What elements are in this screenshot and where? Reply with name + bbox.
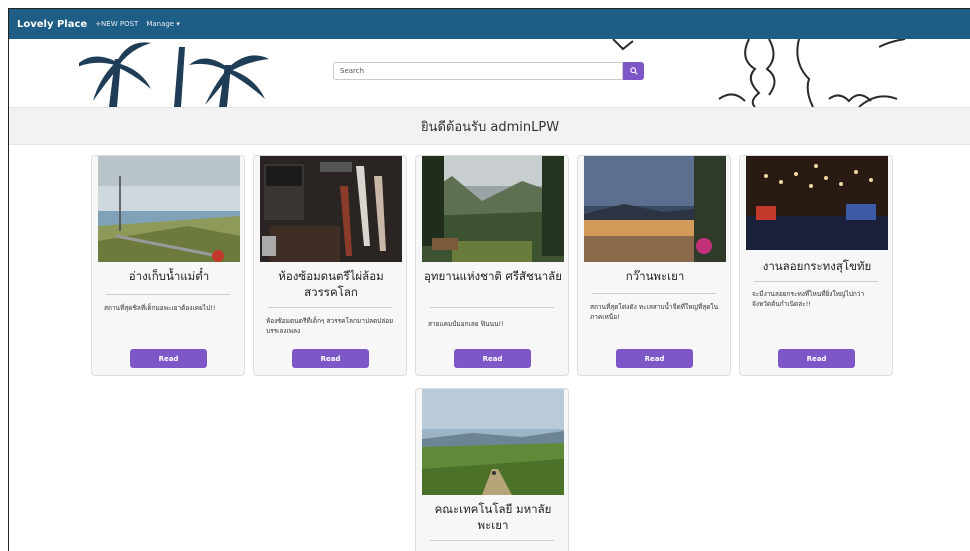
card-title: งานลอยกระทงสุโขทัย [762,259,872,273]
card-title: อุทยานแห่งชาติ ศรีสัชนาลัย [424,269,562,283]
card-description: สถานที่สุดโด่งดัง ทะเลสาบน้ำจืดที่ใหญ่ที… [590,303,719,321]
search-bar [333,62,644,80]
place-card: กว๊านพะเยา สถานที่สุดโด่งดัง ทะเลสาบน้ำจ… [577,155,731,376]
navbar: Lovely Place +NEW POST Manage ▾ [9,9,970,39]
read-button[interactable]: Read [292,349,369,368]
place-card: คณะเทคโนโลยี มหาลัย พะเยา [415,388,569,551]
card-divider [754,281,878,282]
card-title: ห้องซ้อมดนตรีไผ่ล้อม สวรรคโลก [278,269,384,299]
place-card: งานลอยกระทงสุโขทัย จะมีงานลอยกระทงที่ไหน… [739,155,893,376]
browser-page: Lovely Place +NEW POST Manage ▾ Search ย… [8,8,970,551]
palm-tree-right-illustration [718,39,906,107]
place-card: ห้องซ้อมดนตรีไผ่ล้อม สวรรคโลก ห้องซ้อมดน… [253,155,407,376]
hero-banner [9,39,970,107]
card-title: กว๊านพะเยา [625,269,685,283]
card-title: คณะเทคโนโลยี มหาลัย พะเยา [434,502,552,532]
card-divider [106,294,230,295]
read-button[interactable]: Read [130,349,207,368]
search-button[interactable] [623,62,644,80]
place-card: อ่างเก็บน้ำแม่ต๋ำ สถานที่สุดชิลที่เด็กมอ… [91,155,245,376]
search-icon [629,67,638,75]
welcome-heading: ยินดีต้อนรับ adminLPW [9,107,970,145]
card-description: ห้องซ้อมดนตรีที่เด็กๆ สวรรคโลกมาปลดปล่อย… [266,317,394,335]
card-description: จะมีงานลอยกระทงที่ไหนที่ยิ่งใหญ่ไปกว่าจั… [752,290,865,308]
card-image-music-room [260,156,402,262]
card-image-university-view [422,389,564,495]
card-divider [268,307,392,308]
card-description: สายแคมป์มอกเลย ฟินนน!! [428,320,504,328]
manage-dropdown[interactable]: Manage ▾ [146,20,180,28]
palm-tree-left-illustration [79,42,269,107]
read-button[interactable]: Read [616,349,693,368]
new-post-link[interactable]: +NEW POST [95,20,138,28]
card-divider [430,307,554,308]
card-image-festival [746,156,888,250]
card-image-lake [584,156,726,262]
card-description: สถานที่สุดชิลที่เด็กมอพะเยาต้องเคยไป!! [104,304,216,312]
card-image-reservoir [98,156,240,262]
read-button[interactable]: Read [454,349,531,368]
card-divider [592,293,716,294]
card-divider [430,540,554,541]
card-title: อ่างเก็บน้ำแม่ต๋ำ [128,269,210,283]
decorative-line-illustration [612,39,634,51]
read-button[interactable]: Read [778,349,855,368]
search-input[interactable] [333,62,623,80]
brand-link[interactable]: Lovely Place [17,19,87,30]
card-image-national-park [422,156,564,262]
place-card: อุทยานแห่งชาติ ศรีสัชนาลัย สายแคมป์มอกเล… [415,155,569,376]
